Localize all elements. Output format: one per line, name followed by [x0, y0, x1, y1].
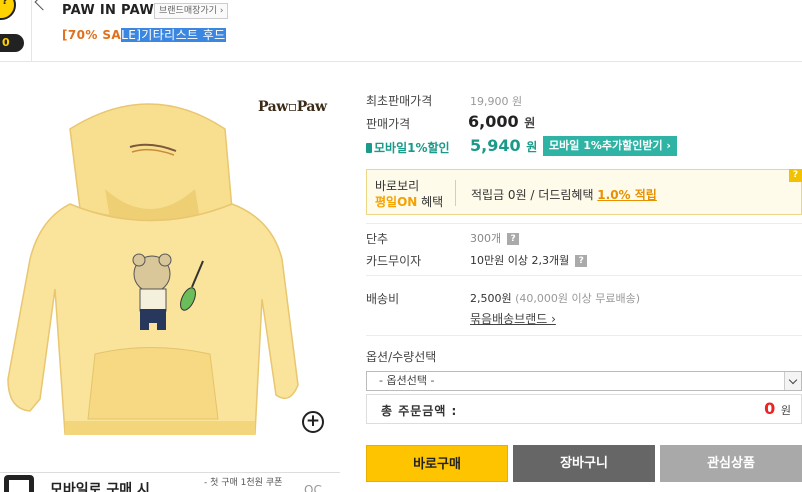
unit-label: 단추: [366, 232, 389, 246]
option-label: 옵션/수량선택: [366, 350, 437, 364]
coin-icon[interactable]: ?: [0, 0, 16, 20]
brand-name[interactable]: PAW IN PAW: [62, 3, 154, 18]
chevron-down-icon[interactable]: [784, 372, 801, 390]
buy-now-button[interactable]: 바로구매: [366, 445, 508, 482]
points-percent-link[interactable]: 1.0% 적립: [597, 188, 657, 202]
won-unit: 원: [524, 116, 536, 130]
won-unit: 원: [526, 140, 538, 154]
benefit-line1: 바로보리: [375, 179, 420, 193]
original-price: 19,900 원: [470, 95, 523, 108]
shipping-label: 배송비: [366, 292, 400, 306]
back-chevron-icon[interactable]: [34, 0, 52, 11]
card-installment-value: 10만원 이상 2,3개월: [470, 254, 570, 267]
sale-price-value: 6,000: [468, 112, 519, 131]
phone-icon: [4, 475, 34, 492]
promo-sub: - 첫 구매 1천원 쿠폰: [204, 478, 283, 488]
promo-tail: OC: [304, 483, 322, 492]
weekday-on-text: 평일ON: [375, 195, 418, 209]
card-installment-info: 10만원 이상 2,3개월?: [470, 252, 588, 268]
sale-price-label: 판매가격: [366, 117, 411, 131]
add-to-cart-button[interactable]: 장바구니: [513, 445, 655, 482]
bundle-brand-link[interactable]: 묶음배송브랜드 ›: [470, 310, 556, 327]
points-text: 적립금 0원 / 더드림혜택: [471, 188, 598, 202]
product-header: ? 0 PAW IN PAW 브랜드매장가기 › [70% SALE]기타리스트…: [0, 0, 802, 62]
points-info: 적립금 0원 / 더드림혜택 1.0% 적립: [471, 186, 657, 203]
total-price-box: 총 주문금액 : 0 원: [366, 394, 802, 424]
sale-price: 6,000 원: [468, 112, 535, 131]
divider: [366, 223, 802, 224]
mobile-price: 5,940 원: [470, 136, 537, 155]
option-select-value: - 옵션선택 -: [379, 374, 435, 387]
shipping-fee: 2,500원: [470, 292, 512, 305]
total-value: 0: [764, 399, 776, 418]
divider: [31, 0, 32, 62]
divider: [455, 180, 456, 206]
shipping-info: 2,500원 (40,000원 이상 무료배송): [470, 290, 640, 306]
unit-info: 300개?: [470, 230, 520, 246]
mobile-price-value: 5,940: [470, 136, 521, 155]
benefit-suffix: 혜택: [417, 195, 444, 209]
mobile-icon: [366, 143, 372, 153]
option-select[interactable]: - 옵션선택 -: [366, 371, 802, 391]
original-price-label: 최초판매가격: [366, 94, 433, 108]
help-icon[interactable]: ?: [575, 255, 588, 267]
benefit-line2: 평일ON 혜택: [375, 193, 443, 210]
help-icon[interactable]: ?: [507, 233, 520, 245]
promo-headline: 모바일로 구매 시: [50, 482, 150, 492]
help-icon[interactable]: ?: [789, 169, 802, 182]
wishlist-button[interactable]: 관심상품: [660, 445, 802, 482]
card-installment-label: 카드무이자: [366, 254, 422, 268]
mobile-discount-text: 모바일1%할인: [374, 141, 450, 155]
product-image[interactable]: [0, 89, 300, 445]
title-selected: LE]기타리스트 후드: [121, 28, 226, 42]
unit-value: 300개: [470, 232, 502, 245]
benefit-box: 바로보리 평일ON 혜택 적립금 0원 / 더드림혜택 1.0% 적립 ?: [366, 169, 802, 215]
title-prefix: [70% SA: [62, 28, 122, 42]
total-label: 총 주문금액 :: [381, 404, 458, 418]
zoom-in-icon[interactable]: +: [302, 411, 324, 433]
divider: [366, 335, 802, 336]
point-badge: 0: [0, 34, 24, 52]
product-info-panel: 최초판매가격 19,900 원 판매가격 6,000 원 모바일1%할인 5,9…: [366, 63, 802, 492]
product-title: [70% SALE]기타리스트 후드: [62, 26, 226, 43]
shipping-note: (40,000원 이상 무료배송): [515, 292, 641, 305]
divider: [366, 275, 802, 276]
won-unit: 원: [780, 404, 791, 417]
brand-shop-button[interactable]: 브랜드매장가기 ›: [154, 3, 229, 19]
mobile-discount-label: 모바일1%할인: [366, 139, 450, 156]
mobile-discount-button[interactable]: 모바일 1%추가할인받기 ›: [543, 136, 677, 156]
total-price: 0 원: [764, 399, 791, 418]
product-image-area: Paw▫Paw +: [0, 63, 340, 473]
mobile-promo[interactable]: 모바일로 구매 시 - 첫 구매 1천원 쿠폰 OC: [0, 472, 340, 492]
